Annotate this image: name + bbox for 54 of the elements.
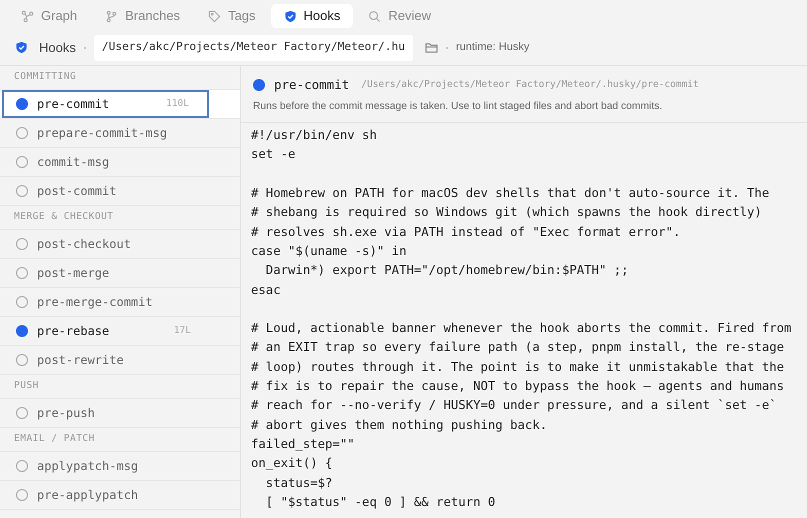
code-line: # abort gives them nothing pushing back.	[251, 416, 548, 434]
code-line: on_exit() {	[251, 455, 334, 472]
tab[interactable]: Review	[355, 4, 444, 28]
runtime-label: runtime: Husky	[456, 40, 530, 56]
code-line: # Loud, actionable banner whenever the hook aborts the commit. Fired from	[251, 320, 792, 338]
line-count: 110L	[166, 96, 189, 111]
folder-icon[interactable]	[424, 42, 438, 53]
code-line: [ "$status" -eq 0 ] && return 0	[264, 494, 496, 511]
tab[interactable]: Graph	[8, 4, 90, 28]
hook-item[interactable]: post-rewrite	[2, 346, 209, 374]
code-line: case "$(uname -s)" in	[251, 242, 408, 260]
hook-item[interactable]: pre-applypatch	[2, 481, 209, 509]
code-line: # Homebrew on PATH for macOS dev shells that don't auto-source it. The	[251, 185, 770, 202]
hook-item[interactable]: applypatch-msg	[2, 452, 209, 480]
hook-name: pre-commit	[274, 76, 350, 94]
branch-icon	[105, 10, 118, 22]
hook-item[interactable]: pre-push	[2, 399, 209, 427]
hook-item[interactable]: pre-merge-commit	[2, 288, 209, 316]
hook-item[interactable]: post-checkout	[2, 230, 209, 258]
shield-check-icon	[15, 41, 28, 54]
code-line: # reach for --no-verify / HUSKY=0 under pressure, and a silent `set -e`	[251, 397, 778, 414]
hook-item[interactable]: prepare-commit-msg	[2, 119, 209, 147]
tab[interactable]: Tags	[195, 4, 269, 28]
hook-path: /Users/akc/Projects/Meteor Factory/Meteor/.husky/pre-commit	[361, 78, 699, 92]
code-line: # resolves sh.exe via PATH instead of "Exec format error".	[251, 224, 682, 241]
section-heading: PUSH	[14, 379, 39, 394]
section-heading: EMAIL / PATCH	[14, 432, 95, 446]
code-line: # fix is to repair the cause, NOT to bypass the hook — agents and humans	[251, 378, 786, 396]
section-heading: MERGE & CHECKOUT	[14, 210, 114, 224]
hook-item[interactable]: commit-msg	[2, 148, 209, 176]
line-count: 17L	[174, 324, 191, 338]
hook-item[interactable]: post-merge	[2, 259, 209, 287]
code-line: # shebang is required so Windows git (which spawns the hook directly)	[251, 204, 763, 222]
hook-item[interactable]: pre-commit 110L	[2, 90, 209, 118]
hook-description: Runs before the commit message is taken. Use to lint staged files and abort bad commits.	[253, 100, 664, 114]
hook-item[interactable]: post-commit	[2, 177, 209, 205]
code-line: #!/usr/bin/env sh	[251, 127, 378, 144]
path-field[interactable]: /Users/akc/Projects/Meteor Factory/Meteor/.hu	[94, 34, 413, 60]
code-line: esac	[251, 282, 282, 299]
tab[interactable]: Branches	[92, 4, 194, 28]
code-line: # loop) routes through it. The point is to make it unmistakable that the	[251, 358, 786, 376]
shield-check-icon	[284, 10, 297, 22]
tag-icon	[208, 10, 222, 22]
code-line: failed_step=""	[251, 436, 356, 453]
section-heading: COMMITTING	[14, 70, 76, 84]
graph-icon	[21, 10, 34, 22]
toolbar-title: Hooks	[39, 38, 76, 57]
code-line: # an EXIT trap so every failure path (a step, pnpm install, the re-stage	[251, 339, 786, 356]
hook-item[interactable]: pre-rebase 17L	[2, 317, 209, 345]
search-icon	[368, 10, 382, 22]
tab[interactable]: Hooks	[270, 4, 354, 28]
code-line: set -e	[251, 146, 296, 164]
code-line: Darwin*) export PATH="/opt/homebrew/bin:$PATH" ;;	[264, 262, 630, 280]
code-line: status=$?	[264, 474, 334, 492]
